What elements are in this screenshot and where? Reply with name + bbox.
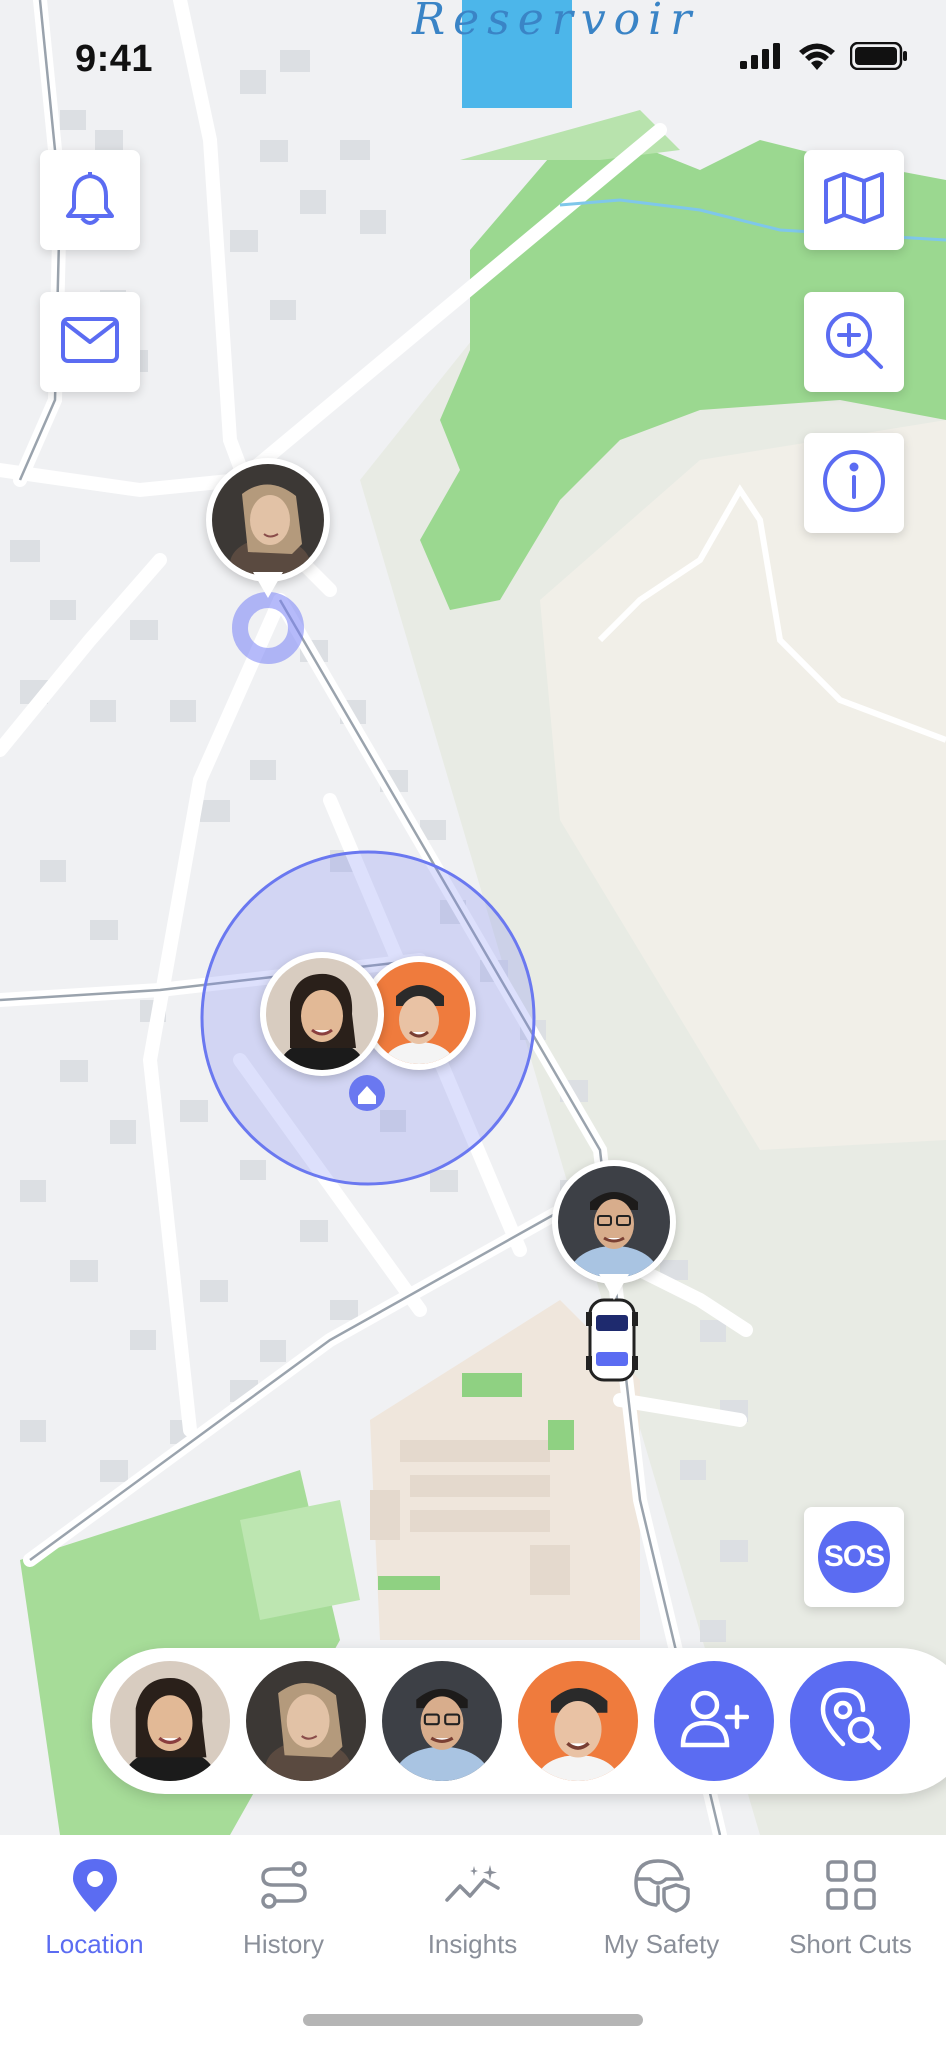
avatar [266,958,378,1070]
members-tray [92,1648,946,1794]
battery-icon [849,41,908,75]
bell-icon [62,168,118,233]
steering-shield-icon [632,1855,692,1915]
add-user-icon [679,1689,750,1754]
mail-icon [60,316,120,369]
member-pin-man-glasses[interactable] [552,1160,676,1300]
tab-label: Location [45,1929,144,1959]
tab-label: Short Cuts [789,1929,912,1959]
member-avatar-man-glasses[interactable] [382,1661,502,1781]
info-button[interactable] [804,433,904,533]
member-avatar-woman-long-hair[interactable] [246,1661,366,1781]
tab-label: History [243,1929,324,1959]
member-pin-woman-dark-hair[interactable] [260,952,384,1076]
route-icon [254,1855,314,1915]
sos-label: SOS [818,1521,890,1593]
tab-short-cuts[interactable]: Short Cuts [756,1835,945,1985]
home-indicator [303,2014,643,2026]
tab-location[interactable]: Location [0,1835,189,1985]
insights-icon [443,1855,503,1915]
notifications-button[interactable] [40,150,140,250]
member-avatar-man-beanie[interactable] [518,1661,638,1781]
member-pin-woman-long-hair[interactable] [206,458,330,598]
tab-insights[interactable]: Insights [378,1835,567,1985]
pin-pointer [253,572,283,598]
tab-label: Insights [427,1929,518,1959]
sos-button[interactable]: SOS [804,1507,904,1607]
tab-bar: Location History Insights My Safety Shor… [0,1835,946,2048]
map-type-button[interactable] [804,150,904,250]
tab-label: My Safety [603,1929,720,1959]
member-avatar-woman-dark-hair[interactable] [110,1661,230,1781]
zoom-in-icon [823,309,885,376]
avatar [212,464,324,576]
messages-button[interactable] [40,292,140,392]
add-member-button[interactable] [654,1661,774,1781]
status-bar: 9:41 [0,0,946,120]
zoom-button[interactable] [804,292,904,392]
map-view[interactable]: Reservoir SOS [0,0,946,1835]
tab-history[interactable]: History [189,1835,378,1985]
location-pin-icon [65,1855,125,1915]
map-icon [823,171,885,230]
wifi-icon [798,42,836,75]
pin-pointer [599,1274,629,1300]
search-location-button[interactable] [790,1661,910,1781]
info-icon [822,449,886,518]
status-time: 9:41 [75,38,154,80]
grid-icon [821,1855,881,1915]
tab-my-safety[interactable]: My Safety [567,1835,756,1985]
location-search-icon [817,1686,883,1757]
avatar [558,1166,670,1278]
signal-icon [740,43,784,74]
